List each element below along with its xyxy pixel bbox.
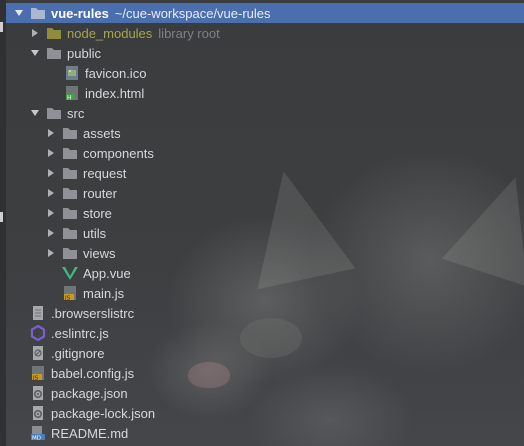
tree-item-package-lock-json[interactable]: package-lock.json (6, 403, 524, 423)
ignore-file-icon (30, 345, 46, 361)
tree-item-index-html[interactable]: H index.html (6, 83, 524, 103)
project-tree: vue-rules ~/cue-workspace/vue-rules node… (0, 0, 524, 446)
chevron-right-icon[interactable] (46, 148, 56, 158)
tree-item-label: utils (83, 225, 107, 241)
tree-item-label: views (83, 245, 116, 261)
tree-item-label: public (67, 45, 101, 61)
chevron-right-icon[interactable] (30, 28, 40, 38)
tree-item-babel-config[interactable]: JS babel.config.js (6, 363, 524, 383)
chevron-down-icon[interactable] (30, 108, 40, 118)
svg-text:JS: JS (32, 376, 39, 382)
tree-item-gitignore[interactable]: .gitignore (6, 343, 524, 363)
tree-item-label: .browserslistrc (51, 305, 135, 321)
library-root-note: library root (158, 25, 220, 41)
svg-text:MD: MD (32, 436, 41, 442)
tree-item-public[interactable]: public (6, 43, 524, 63)
tree-item-label: package-lock.json (51, 405, 156, 421)
tree-item-label: main.js (83, 285, 125, 301)
tree-item-label: favicon.ico (85, 65, 147, 81)
tree-item-label: .eslintrc.js (51, 325, 109, 341)
tree-item-folder-assets[interactable]: assets (6, 123, 524, 143)
folder-icon (62, 245, 78, 261)
folder-icon (46, 45, 62, 61)
tree-item-label: node_modules (67, 25, 153, 41)
folder-icon (30, 5, 46, 21)
tree-item-node-modules[interactable]: node_modules library root (6, 23, 524, 43)
folder-icon (62, 205, 78, 221)
project-name: vue-rules (51, 5, 109, 21)
html-file-icon: H (64, 85, 80, 101)
folder-icon (62, 225, 78, 241)
chevron-right-icon[interactable] (46, 128, 56, 138)
text-file-icon (30, 305, 46, 321)
chevron-down-icon[interactable] (30, 48, 40, 58)
tree-item-folder-router[interactable]: router (6, 183, 524, 203)
project-path: ~/cue-workspace/vue-rules (114, 5, 271, 21)
chevron-right-icon[interactable] (46, 168, 56, 178)
tree-item-package-json[interactable]: package.json (6, 383, 524, 403)
tree-item-label: package.json (51, 385, 128, 401)
tree-item-folder-store[interactable]: store (6, 203, 524, 223)
svg-text:JS: JS (64, 296, 71, 302)
tree-item-label: store (83, 205, 112, 221)
chevron-right-icon[interactable] (46, 228, 56, 238)
tree-item-folder-utils[interactable]: utils (6, 223, 524, 243)
js-file-icon: JS (62, 285, 78, 301)
tree-item-project-root[interactable]: vue-rules ~/cue-workspace/vue-rules (6, 3, 524, 23)
json-file-icon (30, 405, 46, 421)
tree-item-label: babel.config.js (51, 365, 135, 381)
folder-icon (62, 165, 78, 181)
folder-icon (46, 105, 62, 121)
chevron-down-icon[interactable] (14, 8, 24, 18)
vue-file-icon (62, 265, 78, 281)
tree-item-readme[interactable]: MD README.md (6, 423, 524, 443)
tree-item-label: request (83, 165, 127, 181)
js-file-icon: JS (30, 365, 46, 381)
folder-icon (62, 125, 78, 141)
tree-item-src[interactable]: src (6, 103, 524, 123)
tree-item-folder-components[interactable]: components (6, 143, 524, 163)
tree-item-eslintrc[interactable]: .eslintrc.js (6, 323, 524, 343)
gutter-marker (0, 212, 3, 222)
tree-item-main-js[interactable]: JS main.js (6, 283, 524, 303)
markdown-file-icon: MD (30, 425, 46, 441)
tree-item-label: assets (83, 125, 121, 141)
eslint-icon (30, 325, 46, 341)
tree-item-label: src (67, 105, 85, 121)
tree-item-folder-request[interactable]: request (6, 163, 524, 183)
tree-item-label: README.md (51, 425, 129, 441)
svg-text:H: H (67, 95, 72, 102)
tree-item-folder-views[interactable]: views (6, 243, 524, 263)
tree-item-label: App.vue (83, 265, 131, 281)
tree-item-label: .gitignore (51, 345, 105, 361)
tree-item-app-vue[interactable]: App.vue (6, 263, 524, 283)
chevron-right-icon[interactable] (46, 188, 56, 198)
library-folder-icon (46, 25, 62, 41)
chevron-right-icon[interactable] (46, 208, 56, 218)
chevron-right-icon[interactable] (46, 248, 56, 258)
tree-item-browserslistrc[interactable]: .browserslistrc (6, 303, 524, 323)
json-file-icon (30, 385, 46, 401)
folder-icon (62, 145, 78, 161)
tree-item-label: components (83, 145, 154, 161)
folder-icon (62, 185, 78, 201)
tree-item-favicon[interactable]: favicon.ico (6, 63, 524, 83)
tree-item-label: index.html (85, 85, 145, 101)
gutter-marker (0, 22, 3, 32)
tree-item-label: router (83, 185, 117, 201)
image-file-icon (64, 65, 80, 81)
